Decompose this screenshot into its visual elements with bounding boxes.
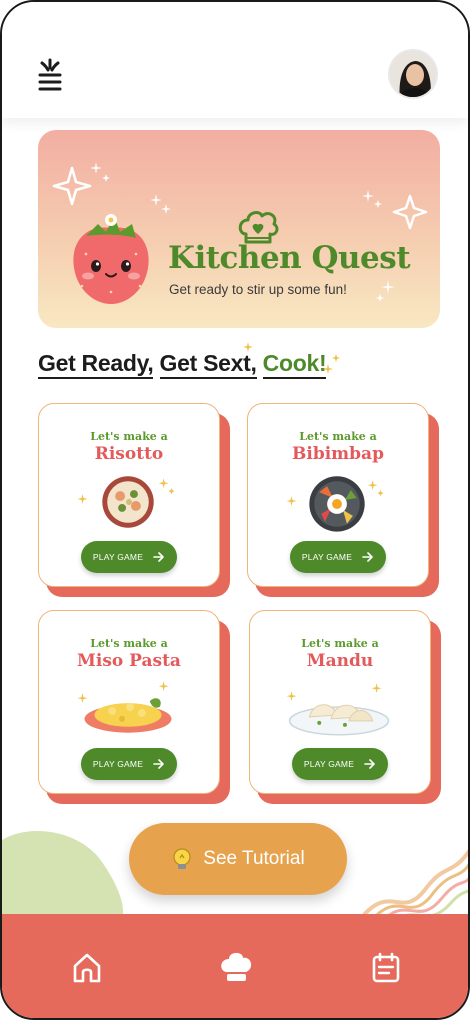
home-icon: [73, 953, 101, 983]
sparkle-bottom-icon: [376, 280, 395, 302]
chef-hat-icon: [221, 952, 252, 981]
card-kicker: Let's make a: [299, 430, 377, 443]
recipe-card-bibimbap[interactable]: Let's make a Bibimbap PLAY GAME: [247, 403, 439, 597]
card-body: Let's make a Mandu PLAY GAME: [249, 610, 431, 794]
play-game-label: PLAY GAME: [301, 552, 353, 562]
play-game-label: PLAY GAME: [92, 759, 144, 769]
strawberry-mascot: [73, 214, 149, 304]
nav-home[interactable]: [69, 950, 105, 986]
sparkle-icon: [52, 162, 110, 206]
mandu-dish: [286, 683, 390, 736]
see-tutorial-label: See Tutorial: [203, 848, 305, 869]
nav-schedule[interactable]: [368, 950, 404, 986]
recipe-card-risotto[interactable]: Let's make a Risotto PLAY GAME: [38, 403, 230, 597]
play-game-button[interactable]: PLAY GAME: [81, 748, 177, 780]
risotto-dish: [77, 476, 175, 528]
card-kicker: Let's make a: [90, 430, 168, 443]
bottom-navigation: [2, 914, 468, 1018]
app-screen: Kitchen Quest Get ready to stir up some …: [0, 0, 470, 1020]
card-body: Let's make a Risotto PLAY GAME: [38, 403, 220, 587]
app-tagline: Get ready to stir up some fun!: [169, 282, 347, 297]
menu-icon: [38, 58, 62, 91]
card-body: Let's make a Miso Pasta PLAY GAME: [38, 610, 220, 794]
app-title: Kitchen Quest: [168, 240, 411, 276]
card-body: Let's make a Bibimbap PLAY GAME: [247, 403, 429, 587]
arrow-right-icon: [362, 552, 373, 562]
arrow-right-icon: [364, 759, 375, 769]
sparkle-right-icon: [362, 190, 428, 230]
play-game-button[interactable]: PLAY GAME: [290, 541, 386, 573]
green-blob-decoration: [2, 831, 124, 922]
card-kicker: Let's make a: [301, 637, 379, 650]
heading-part-ready: Get Ready,: [38, 350, 154, 379]
hero-banner: Kitchen Quest Get ready to stir up some …: [38, 130, 440, 328]
play-game-label: PLAY GAME: [303, 759, 355, 769]
menu-button[interactable]: [36, 58, 64, 94]
miso-pasta-dish: [77, 681, 172, 733]
user-avatar[interactable]: [388, 49, 438, 99]
bibimbap-dish: [286, 476, 384, 532]
play-game-label: PLAY GAME: [92, 552, 144, 562]
arrow-right-icon: [153, 759, 164, 769]
wave-lines-decoration: [362, 849, 468, 922]
card-title: Mandu: [306, 651, 374, 671]
arrow-right-icon: [153, 552, 164, 562]
top-bar: [2, 2, 468, 118]
heading-sparkle-icon: [243, 342, 340, 374]
lightbulb-icon: [173, 848, 191, 869]
play-game-button[interactable]: PLAY GAME: [81, 541, 177, 573]
calendar-icon: [372, 952, 400, 983]
nav-recipes[interactable]: [218, 950, 254, 986]
user-avatar-photo: [390, 51, 436, 97]
see-tutorial-button[interactable]: See Tutorial: [129, 823, 347, 895]
card-title: Risotto: [94, 444, 164, 464]
card-title: Miso Pasta: [77, 651, 181, 671]
card-kicker: Let's make a: [90, 637, 168, 650]
card-title: Bibimbap: [292, 444, 384, 464]
play-game-button[interactable]: PLAY GAME: [292, 748, 388, 780]
recipe-card-miso-pasta[interactable]: Let's make a Miso Pasta PLAY GAME: [38, 610, 230, 804]
recipe-card-mandu[interactable]: Let's make a Mandu PLAY GAME: [249, 610, 441, 804]
